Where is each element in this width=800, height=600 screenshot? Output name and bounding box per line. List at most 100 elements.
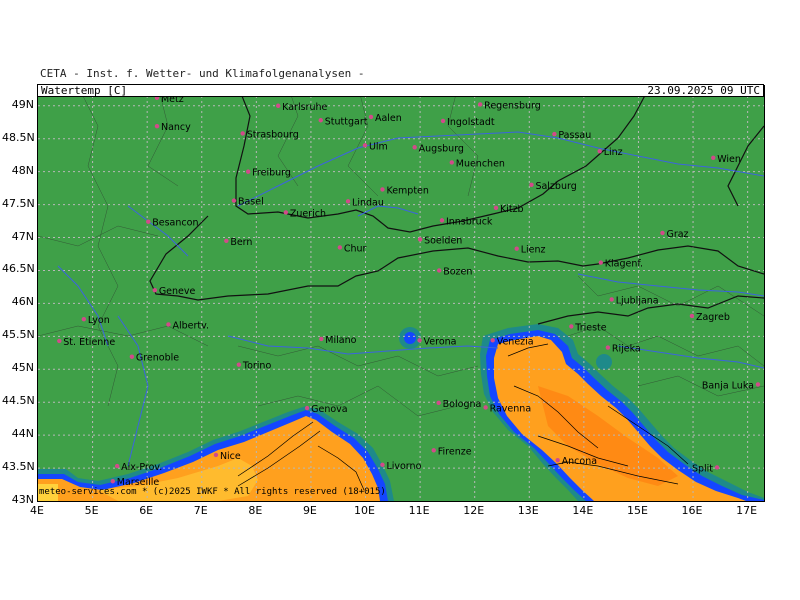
lat-tick-label: 44.5N bbox=[2, 394, 35, 408]
city-label: Kitzb bbox=[500, 204, 524, 215]
city-dot bbox=[689, 313, 695, 319]
city-label: Passau bbox=[558, 130, 591, 141]
lat-tick-label: 47.5N bbox=[2, 196, 35, 210]
city-marker: Rijeka bbox=[605, 344, 641, 355]
city-dot bbox=[152, 288, 158, 293]
city-marker: Torino bbox=[236, 361, 271, 372]
source-header: CETA - Inst. f. Wetter- und Klimafolgena… bbox=[40, 67, 365, 80]
city-marker: Stuttgart bbox=[318, 116, 368, 127]
city-marker: Aix-Prov. bbox=[114, 462, 162, 473]
city-marker: Regensburg bbox=[477, 100, 541, 111]
city-marker: Strasbourg bbox=[240, 129, 299, 140]
city-label: St. Etienne bbox=[63, 337, 115, 348]
city-dot bbox=[240, 131, 245, 136]
city-marker: Zuerich bbox=[283, 208, 326, 219]
city-dot bbox=[345, 199, 351, 204]
city-label: Salzburg bbox=[535, 181, 576, 192]
lon-tick-label: 10E bbox=[354, 504, 375, 517]
lon-tick-label: 8E bbox=[248, 504, 263, 517]
city-dot bbox=[417, 237, 423, 242]
lat-tick-label: 48N bbox=[11, 163, 34, 177]
lon-tick-label: 15E bbox=[626, 504, 648, 517]
lon-tick-label: 14E bbox=[572, 504, 594, 517]
city-marker: Banja Luka bbox=[702, 380, 761, 391]
city-marker: Salzburg bbox=[529, 181, 577, 192]
city-dot bbox=[362, 143, 368, 148]
city-label: Augsburg bbox=[419, 143, 464, 154]
city-dot bbox=[337, 245, 343, 250]
city-dot bbox=[154, 123, 160, 129]
city-dot bbox=[319, 336, 324, 342]
city-marker: Ravenna bbox=[483, 403, 531, 414]
lon-tick-label: 4E bbox=[30, 504, 44, 517]
city-marker: Genova bbox=[304, 404, 348, 415]
city-marker: Bozen bbox=[437, 266, 472, 277]
city-dot bbox=[555, 457, 560, 463]
city-label: Wien bbox=[717, 154, 741, 165]
city-dot bbox=[318, 118, 323, 123]
city-marker: Besancon bbox=[146, 218, 198, 229]
datetime-label: 23.09.2025 09 UTC bbox=[647, 84, 760, 97]
city-marker: Milano bbox=[319, 335, 357, 346]
city-dot bbox=[514, 246, 519, 251]
city-marker: Freiburg bbox=[245, 168, 291, 179]
city-marker: Grenoble bbox=[129, 353, 179, 364]
city-dot bbox=[417, 338, 422, 343]
city-marker: Ingolstadt bbox=[440, 117, 495, 128]
city-dot bbox=[597, 149, 602, 154]
map-frame: ReimsSaarbr.MetzKarlsruheRegensburgBrnoA… bbox=[37, 85, 765, 502]
city-marker: Kempten bbox=[380, 185, 429, 196]
city-dot bbox=[81, 316, 87, 322]
city-marker: Karlsruhe bbox=[275, 102, 328, 113]
city-dot bbox=[236, 362, 242, 367]
city-dot bbox=[245, 169, 251, 174]
city-dot bbox=[431, 448, 436, 453]
city-label: Verona bbox=[424, 336, 457, 347]
city-label: Geneve bbox=[159, 286, 196, 297]
city-marker: Geneve bbox=[152, 286, 196, 297]
lat-tick-label: 45.5N bbox=[2, 328, 35, 342]
city-label: Soelden bbox=[424, 235, 462, 246]
lat-tick-label: 47N bbox=[11, 229, 34, 243]
city-dot bbox=[490, 338, 495, 343]
city-label: Venezia bbox=[497, 336, 534, 347]
city-label: Rijeka bbox=[612, 344, 641, 355]
lon-tick-label: 6E bbox=[139, 504, 154, 517]
lon-tick-label: 12E bbox=[463, 504, 485, 517]
city-dot bbox=[436, 400, 441, 406]
city-dot bbox=[529, 182, 534, 188]
city-marker: Augsburg bbox=[412, 143, 464, 154]
city-marker: Verona bbox=[417, 336, 457, 347]
water-temperature-map: ReimsSaarbr.MetzKarlsruheRegensburgBrnoA… bbox=[38, 86, 764, 501]
city-label: Trieste bbox=[574, 322, 606, 333]
city-label: Ingolstadt bbox=[447, 117, 495, 128]
lat-tick-label: 49N bbox=[11, 97, 34, 111]
city-dot bbox=[166, 322, 171, 327]
city-dot bbox=[477, 102, 483, 107]
city-label: Muenchen bbox=[456, 158, 505, 169]
city-dot bbox=[412, 145, 417, 150]
city-label: Split bbox=[692, 463, 713, 474]
city-label: Firenze bbox=[438, 446, 472, 457]
city-dot bbox=[275, 103, 281, 108]
city-dot bbox=[213, 452, 219, 458]
city-label: Milano bbox=[325, 335, 356, 346]
city-marker: Albertv. bbox=[166, 320, 209, 331]
city-label: Besancon bbox=[152, 218, 198, 229]
city-dot bbox=[380, 187, 385, 192]
city-marker: Firenze bbox=[431, 446, 472, 457]
city-label: Chur bbox=[344, 243, 367, 254]
city-label: Zagreb bbox=[696, 312, 730, 323]
city-dot bbox=[304, 405, 310, 411]
city-dot bbox=[129, 354, 135, 359]
lat-tick-label: 48.5N bbox=[2, 130, 35, 144]
city-marker: Ljubljana bbox=[609, 295, 659, 306]
city-dot bbox=[449, 160, 454, 165]
city-marker: Ancona bbox=[555, 456, 597, 467]
city-dot bbox=[711, 155, 716, 161]
city-dot bbox=[493, 205, 499, 211]
city-label: Lyon bbox=[88, 315, 110, 326]
city-dot bbox=[569, 324, 574, 329]
city-label: Aalen bbox=[375, 113, 402, 124]
city-label: Bologna bbox=[443, 399, 482, 410]
